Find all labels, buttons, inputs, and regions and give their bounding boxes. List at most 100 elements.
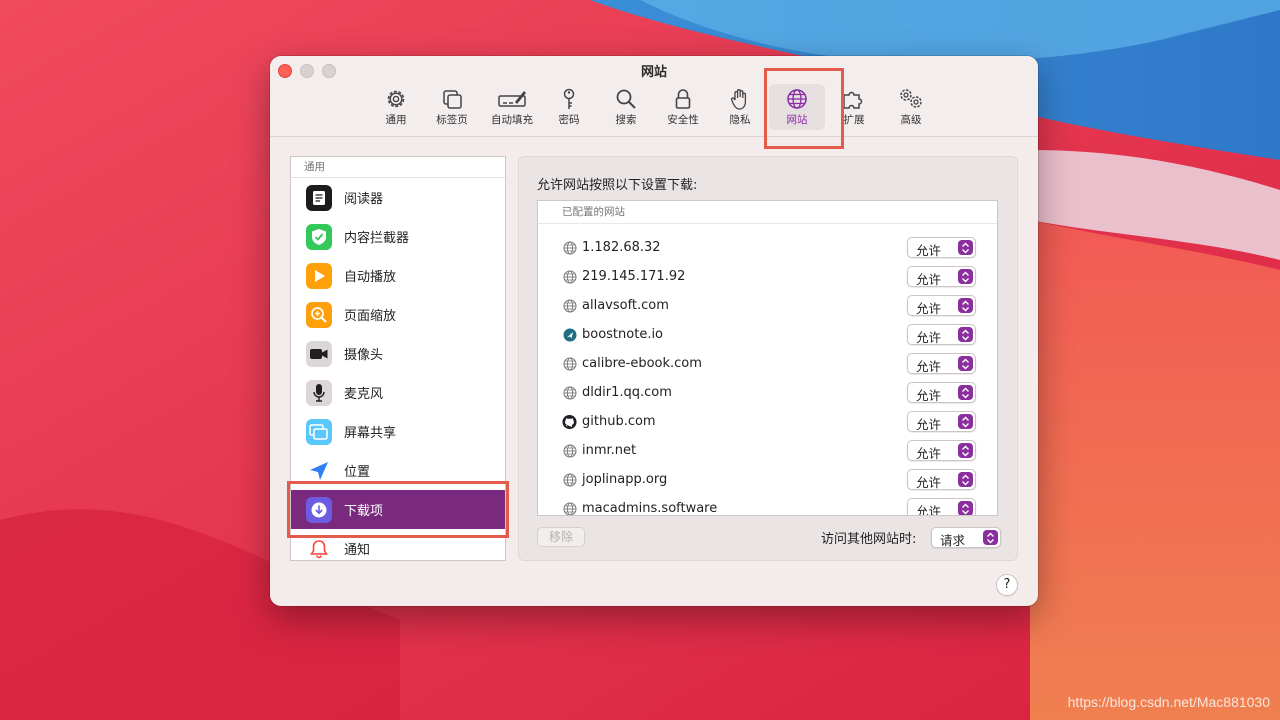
tab-label: 扩展 xyxy=(843,114,865,126)
sidebar-item-label: 麦克风 xyxy=(344,387,384,402)
toolbar: 网站 通用 标签页 自动填充 密码 搜索 安全性 隐私 网站 扩展 高级 xyxy=(270,56,1038,137)
globe-icon xyxy=(562,298,577,313)
tab-autofill[interactable]: 自动填充 xyxy=(484,84,540,130)
popup-arrows-icon xyxy=(958,269,973,284)
popup-value: 允许 xyxy=(916,330,942,345)
site-row[interactable]: allavsoft.com 允许 xyxy=(538,291,997,320)
tab-search[interactable]: 搜索 xyxy=(598,84,654,130)
site-permission-popup[interactable]: 允许 xyxy=(907,353,976,374)
tab-label: 安全性 xyxy=(667,114,699,126)
sidebar-item-label: 页面缩放 xyxy=(344,309,397,324)
site-domain: boostnote.io xyxy=(582,327,664,342)
annotation-highlight-websites-tab xyxy=(764,68,844,149)
sidebar-item-camera[interactable]: 摄像头 xyxy=(291,334,505,373)
popup-arrows-icon xyxy=(958,356,973,371)
popup-arrows-icon xyxy=(958,414,973,429)
key-icon xyxy=(563,88,575,109)
site-permission-popup[interactable]: 允许 xyxy=(907,237,976,258)
site-row[interactable]: 1.182.68.32 允许 xyxy=(538,233,997,262)
site-permission-popup[interactable]: 允许 xyxy=(907,324,976,345)
tab-label: 搜索 xyxy=(615,114,637,126)
site-permission-popup[interactable]: 允许 xyxy=(907,411,976,432)
site-permission-popup[interactable]: 允许 xyxy=(907,469,976,490)
tab-tabs[interactable]: 标签页 xyxy=(424,84,480,130)
sidebar-item-reader[interactable]: 阅读器 xyxy=(291,178,505,217)
globe-icon xyxy=(562,269,577,284)
other-websites-popup[interactable]: 请求 xyxy=(931,527,1001,548)
remove-button[interactable]: 移除 xyxy=(537,527,585,547)
site-row[interactable]: calibre-ebook.com 允许 xyxy=(538,349,997,378)
site-row[interactable]: boostnote.io 允许 xyxy=(538,320,997,349)
tab-passwords[interactable]: 密码 xyxy=(541,84,597,130)
reader-icon xyxy=(306,184,332,211)
popup-arrows-icon xyxy=(958,385,973,400)
site-domain: 1.182.68.32 xyxy=(582,240,661,255)
sidebar-item-label: 阅读器 xyxy=(344,192,384,207)
site-row[interactable]: dldir1.qq.com 允许 xyxy=(538,378,997,407)
sidebar-item-label: 位置 xyxy=(344,465,371,480)
sidebar-item-autoplay[interactable]: 自动播放 xyxy=(291,256,505,295)
popup-arrows-icon xyxy=(958,472,973,487)
site-permission-popup[interactable]: 允许 xyxy=(907,382,976,403)
sidebar-item-label: 摄像头 xyxy=(344,348,384,363)
globe-icon xyxy=(562,501,577,515)
screen-share-icon xyxy=(306,418,332,445)
popup-arrows-icon xyxy=(983,530,998,545)
play-icon xyxy=(306,262,332,289)
table-header: 已配置的网站 xyxy=(538,201,997,224)
sidebar-item-content-blockers[interactable]: 内容拦截器 xyxy=(291,217,505,256)
site-row[interactable]: 219.145.171.92 允许 xyxy=(538,262,997,291)
tab-privacy[interactable]: 隐私 xyxy=(712,84,768,130)
site-row[interactable]: joplinapp.org 允许 xyxy=(538,465,997,494)
site-permission-popup[interactable]: 允许 xyxy=(907,498,976,516)
popup-arrows-icon xyxy=(958,298,973,313)
gear-icon xyxy=(387,90,405,108)
sidebar-item-label: 屏幕共享 xyxy=(344,426,397,441)
site-row[interactable]: macadmins.software 允许 xyxy=(538,494,997,516)
tab-general[interactable]: 通用 xyxy=(368,84,424,130)
tab-label: 密码 xyxy=(558,114,580,126)
downloads-settings-panel: 允许网站按照以下设置下载: 已配置的网站 1.182.68.32 允许 219.14… xyxy=(518,156,1018,561)
popup-value: 允许 xyxy=(916,301,942,316)
boostnote-favicon xyxy=(562,327,577,342)
site-permission-popup[interactable]: 允许 xyxy=(907,440,976,461)
popup-value: 允许 xyxy=(916,446,942,461)
popup-value: 允许 xyxy=(916,359,942,374)
site-domain: github.com xyxy=(582,414,656,429)
site-row[interactable]: github.com 允许 xyxy=(538,407,997,436)
gears-icon xyxy=(900,89,922,108)
lock-icon xyxy=(675,89,691,109)
site-domain: dldir1.qq.com xyxy=(582,385,672,400)
sidebar-item-page-zoom[interactable]: 页面缩放 xyxy=(291,295,505,334)
site-domain: inmr.net xyxy=(582,443,637,458)
popup-value: 允许 xyxy=(916,243,942,258)
annotation-highlight-downloads-item xyxy=(287,481,509,538)
globe-icon xyxy=(562,443,577,458)
sidebar-item-microphone[interactable]: 麦克风 xyxy=(291,373,505,412)
sidebar-item-screen-sharing[interactable]: 屏幕共享 xyxy=(291,412,505,451)
popup-value: 允许 xyxy=(916,388,942,403)
help-button[interactable]: ? xyxy=(996,574,1018,596)
panel-heading: 允许网站按照以下设置下载: xyxy=(537,178,698,193)
pencil-field-icon xyxy=(498,91,526,107)
window-title: 网站 xyxy=(640,65,667,80)
globe-icon xyxy=(562,240,577,255)
popup-value: 允许 xyxy=(916,272,942,287)
tabs-icon xyxy=(443,90,462,109)
site-permission-popup[interactable]: 允许 xyxy=(907,295,976,316)
microphone-icon xyxy=(306,379,332,406)
popup-value: 允许 xyxy=(916,504,942,516)
popup-value: 允许 xyxy=(916,475,942,490)
tab-security[interactable]: 安全性 xyxy=(655,84,711,130)
popup-arrows-icon xyxy=(958,240,973,255)
location-icon xyxy=(306,457,332,484)
site-row[interactable]: inmr.net 允许 xyxy=(538,436,997,465)
tab-label: 自动填充 xyxy=(491,114,533,126)
magnifier-icon xyxy=(616,89,636,109)
tab-advanced[interactable]: 高级 xyxy=(883,84,939,130)
zoom-icon xyxy=(306,301,332,328)
tab-label: 标签页 xyxy=(436,114,468,126)
site-permission-popup[interactable]: 允许 xyxy=(907,266,976,287)
globe-icon xyxy=(562,472,577,487)
site-domain: joplinapp.org xyxy=(582,472,668,487)
